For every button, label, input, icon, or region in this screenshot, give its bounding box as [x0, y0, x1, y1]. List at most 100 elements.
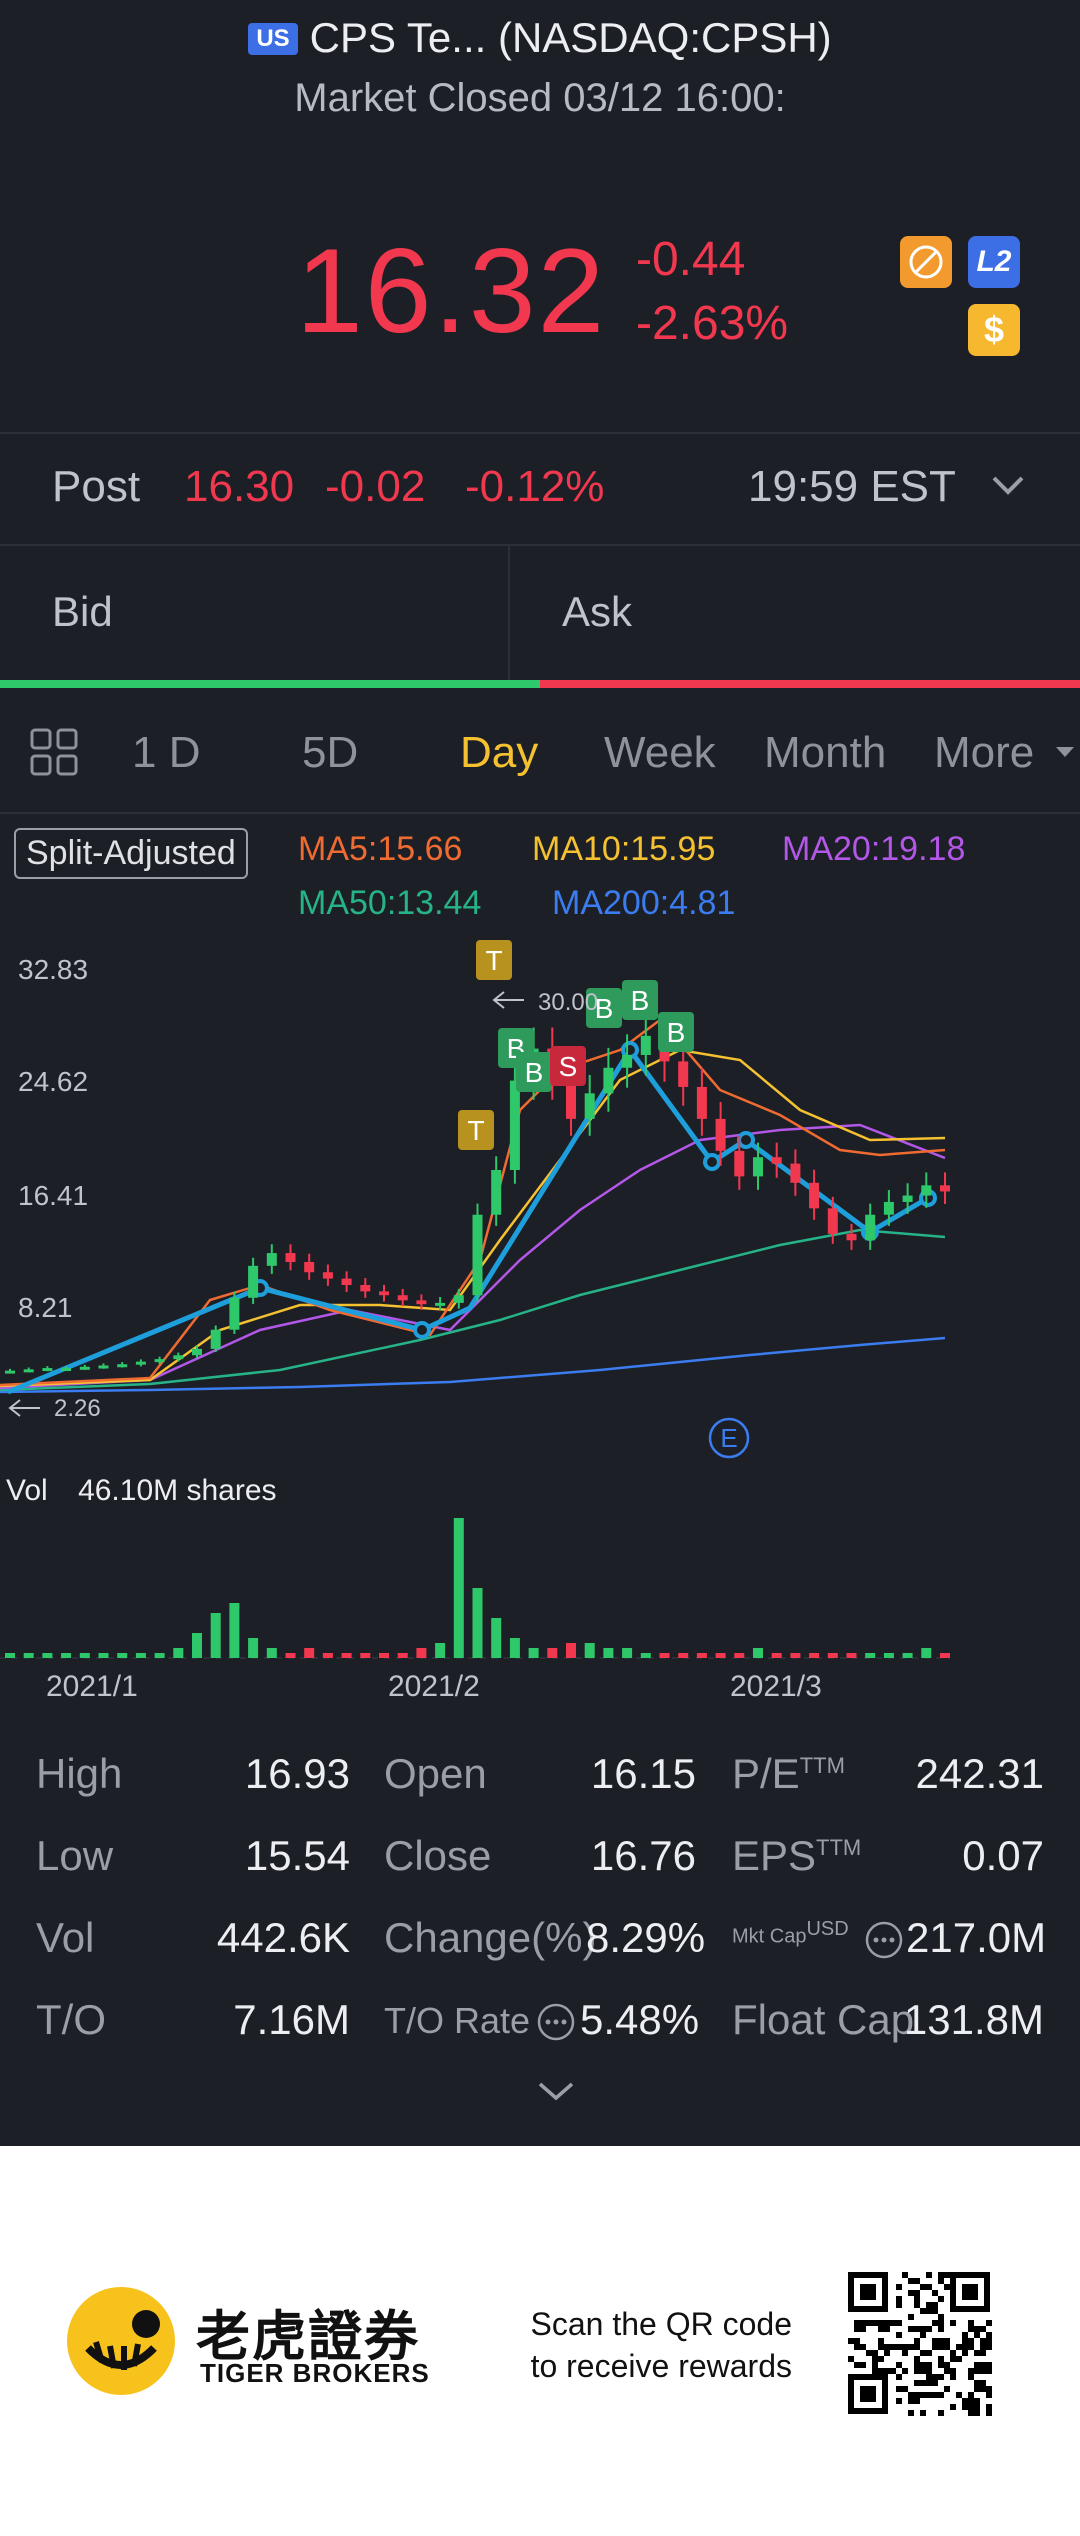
divider [0, 432, 1080, 434]
volume-bar [117, 1653, 128, 1658]
volume-bar [715, 1653, 726, 1658]
candle-body [192, 1348, 202, 1356]
price-chart[interactable]: T T B B S B B B 30.00 2.26 E [0, 940, 1080, 1460]
volume-bar [734, 1653, 745, 1658]
candle-body [266, 1253, 277, 1266]
tab-month[interactable]: Month [764, 728, 886, 778]
post-change-pct: -0.12% [465, 462, 605, 511]
options-icon[interactable] [900, 236, 952, 288]
ma5-line [0, 1018, 946, 1387]
volume-bar [902, 1653, 913, 1658]
current-price: 16.32 [296, 224, 607, 358]
volume-bar [285, 1653, 296, 1658]
volume-bar [435, 1643, 446, 1658]
tab-5d[interactable]: 5D [302, 728, 358, 778]
tab-week[interactable]: Week [604, 728, 716, 778]
tab-day[interactable]: Day [460, 728, 538, 778]
stat-torate-value: 5.48% [580, 1996, 700, 2043]
stock-title: US CPS Te... (NASDAQ:CPSH) [0, 14, 1080, 62]
price-change: -0.44 [636, 233, 746, 286]
divider [508, 546, 510, 680]
chevron-down-icon[interactable] [990, 470, 1026, 505]
expand-chevron-icon[interactable] [536, 2078, 576, 2109]
candle-body [940, 1185, 950, 1192]
candle-body [379, 1291, 389, 1296]
volume-bars [5, 1518, 950, 1658]
caret-down-icon[interactable] [1054, 744, 1076, 765]
volume-bar [509, 1638, 520, 1658]
grid-icon[interactable] [28, 726, 80, 783]
qr-code[interactable] [844, 2268, 994, 2418]
ma5-label: MA5:15.66 [298, 830, 463, 868]
stat-pe-value: 242.31 [915, 1750, 1044, 1797]
stat-mktcap-value: 217.0M [906, 1914, 1047, 1961]
candle-body [696, 1086, 707, 1119]
candle-body [678, 1061, 689, 1087]
svg-text:B: B [667, 1017, 686, 1048]
candle-body [622, 1055, 633, 1068]
stat-low-label: Low [36, 1832, 114, 1879]
volume-bar [379, 1653, 389, 1658]
svg-text:S: S [559, 1051, 578, 1082]
candle-body [154, 1359, 165, 1363]
earnings-marker: E [720, 1423, 737, 1453]
svg-text:T: T [485, 945, 502, 976]
candle-body [715, 1118, 726, 1151]
volume-bar [173, 1648, 184, 1658]
volume-bar [5, 1653, 15, 1658]
volume-chart[interactable] [0, 1510, 1080, 1660]
candle-body [210, 1329, 221, 1349]
candle-body [921, 1185, 932, 1196]
level2-icon[interactable]: L2 [968, 236, 1020, 288]
volume-label: Vol 46.10M shares [6, 1474, 277, 1508]
price-change-pct: -2.63% [636, 297, 789, 350]
bid-label[interactable]: Bid [52, 588, 113, 636]
stat-vol-value: 442.6K [216, 1914, 350, 1961]
volume-bar [341, 1653, 352, 1658]
stat-torate-label: T/O Rate [384, 2000, 531, 2041]
ma50-label: MA50:13.44 [298, 884, 482, 922]
x-axis-label: 2021/3 [730, 1670, 822, 1703]
ma200-label: MA200:4.81 [552, 884, 736, 922]
volume-bar [603, 1648, 614, 1658]
candle-body [397, 1295, 408, 1301]
post-time[interactable]: 19:59 EST [748, 462, 956, 512]
candle-body [135, 1361, 146, 1365]
stat-low-value: 15.54 [244, 1832, 350, 1879]
post-label: Post [52, 462, 141, 511]
volume-bar [23, 1653, 34, 1658]
volume-bar [622, 1648, 633, 1658]
dollar-icon[interactable]: $ [968, 304, 1020, 356]
candle-body [640, 1035, 651, 1055]
volume-bar [322, 1653, 333, 1658]
volume-title: Vol [6, 1474, 48, 1507]
stat-eps-label: EPSTTM [732, 1832, 862, 1879]
candle-body [734, 1150, 745, 1177]
candle-body [883, 1201, 894, 1215]
stat-open-label: Open [384, 1750, 487, 1797]
svg-text:B: B [631, 985, 650, 1016]
stat-floatcap-value: 131.8M [903, 1996, 1044, 2043]
tab-1d[interactable]: 1 D [132, 728, 200, 778]
ask-label[interactable]: Ask [562, 588, 632, 636]
candle-body [827, 1208, 838, 1234]
candle-body [790, 1163, 801, 1183]
candles-group [5, 1013, 950, 1374]
info-icon[interactable] [536, 2002, 576, 2047]
volume-bar [304, 1648, 315, 1658]
promo-line1: Scan the QR code [530, 2306, 792, 2342]
volume-bar [771, 1653, 782, 1658]
volume-bar [846, 1653, 857, 1658]
stat-change-value: 8.29% [586, 1914, 706, 1961]
stat-vol-label: Vol [36, 1914, 95, 1961]
stat-change-label: Change(%) [384, 1914, 597, 1961]
candle-body [5, 1370, 15, 1374]
info-icon[interactable] [864, 1920, 904, 1965]
stat-close-label: Close [384, 1832, 492, 1879]
volume-bar [192, 1633, 202, 1658]
market-status: Market Closed 03/12 16:00: [294, 76, 786, 120]
split-adjusted-toggle[interactable]: Split-Adjusted [14, 828, 248, 879]
candle-body [603, 1067, 614, 1094]
stat-pe-label: P/ETTM [732, 1750, 845, 1797]
tab-more[interactable]: More [934, 728, 1034, 778]
